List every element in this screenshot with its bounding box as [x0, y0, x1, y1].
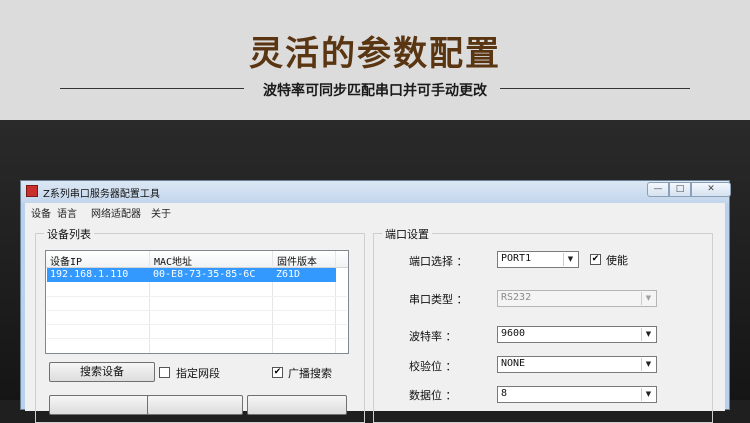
banner-subline: 波特率可同步匹配串口并可手动更改 — [263, 83, 487, 99]
banner-headline: 灵活的参数配置 — [249, 34, 501, 74]
enable-label: 使能 — [606, 254, 628, 267]
action-button[interactable] — [247, 395, 347, 415]
column-firmware[interactable]: 固件版本 — [277, 253, 317, 268]
menu-language[interactable]: 语言 — [57, 205, 77, 220]
chevron-down-icon: ▼ — [641, 292, 655, 305]
port-select-dropdown[interactable]: PORT1 ▼ — [497, 251, 579, 268]
enable-checkbox[interactable]: ✔ — [590, 254, 601, 265]
serial-type-value: RS232 — [501, 292, 532, 303]
client-area: 设备列表 设备IP MAC地址 固件版本 192.168.1.110 00-E8… — [25, 219, 725, 423]
menu-network-adapter[interactable]: 网络适配器 — [91, 205, 141, 220]
parity-dropdown[interactable]: NONE ▼ — [497, 356, 657, 373]
port-settings-label: 端口设置 — [382, 226, 432, 242]
cell-device-ip: 192.168.1.110 — [50, 269, 129, 280]
grid-line — [47, 296, 347, 297]
grid-line — [47, 324, 347, 325]
broadcast-label: 广播搜索 — [288, 367, 332, 380]
title-bar[interactable]: Z系列串口服务器配置工具 — □ ✕ — [21, 181, 731, 203]
device-list-label: 设备列表 — [44, 226, 94, 242]
serial-type-label: 串口类型 ： — [409, 293, 468, 306]
cell-mac-address: 00-E8-73-35-85-6C — [153, 269, 256, 280]
grid-line — [47, 310, 347, 311]
parity-value: NONE — [501, 358, 526, 369]
data-bits-dropdown[interactable]: 8 ▼ — [497, 386, 657, 403]
table-row[interactable]: 192.168.1.110 00-E8-73-35-85-6C Z61D — [47, 268, 336, 282]
app-icon — [26, 185, 38, 197]
action-button[interactable] — [147, 395, 243, 415]
search-devices-button[interactable]: 搜索设备 — [49, 362, 155, 382]
menu-about[interactable]: 关于 — [151, 205, 171, 220]
menu-bar: 设备 语言 网络适配器 关于 — [25, 203, 725, 220]
menu-device[interactable]: 设备 — [31, 205, 51, 220]
config-tool-window: Z系列串口服务器配置工具 — □ ✕ 设备 语言 网络适配器 关于 设备列表 设… — [20, 180, 731, 423]
broadcast-checkbox[interactable]: ✔ — [272, 367, 283, 378]
maximize-button[interactable]: □ — [669, 182, 691, 197]
chevron-down-icon: ▼ — [563, 253, 577, 266]
banner: 灵活的参数配置 波特率可同步匹配串口并可手动更改 — [0, 0, 750, 120]
device-list-header: 设备IP MAC地址 固件版本 — [46, 251, 348, 268]
baud-rate-dropdown[interactable]: 9600 ▼ — [497, 326, 657, 343]
window-title: Z系列串口服务器配置工具 — [43, 189, 160, 200]
chevron-down-icon: ▼ — [641, 358, 655, 371]
port-select-label: 端口选择 ： — [409, 255, 468, 268]
minimize-button[interactable]: — — [647, 182, 669, 197]
grid-line — [47, 338, 347, 339]
parity-label: 校验位 ： — [409, 360, 457, 373]
data-bits-value: 8 — [501, 388, 508, 399]
column-mac-address[interactable]: MAC地址 — [154, 253, 192, 268]
device-list[interactable]: 设备IP MAC地址 固件版本 192.168.1.110 00-E8-73-3… — [45, 250, 349, 354]
cell-firmware: Z61D — [276, 269, 301, 280]
chevron-down-icon: ▼ — [641, 388, 655, 401]
specify-segment-label: 指定网段 — [176, 367, 220, 380]
action-button[interactable] — [49, 395, 155, 415]
serial-type-dropdown[interactable]: RS232 ▼ — [497, 290, 657, 307]
baud-rate-label: 波特率 ： — [409, 330, 457, 343]
port-select-value: PORT1 — [501, 253, 532, 264]
chevron-down-icon: ▼ — [641, 328, 655, 341]
close-button[interactable]: ✕ — [691, 182, 731, 197]
data-bits-label: 数据位 ： — [409, 389, 457, 402]
specify-segment-checkbox[interactable] — [159, 367, 170, 378]
baud-rate-value: 9600 — [501, 328, 526, 339]
column-device-ip[interactable]: 设备IP — [50, 253, 82, 268]
subline-rule-right — [500, 88, 690, 89]
